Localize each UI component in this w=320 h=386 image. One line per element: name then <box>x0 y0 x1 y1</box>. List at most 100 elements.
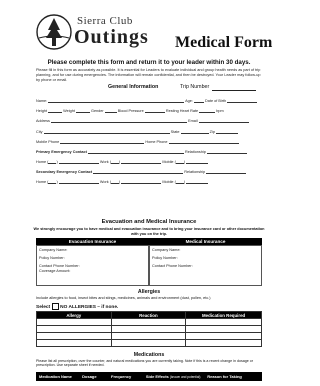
evac-company-label[interactable]: Company Name: <box>39 248 68 252</box>
insurance-heading: Evacuation and Medical Insurance <box>101 219 197 225</box>
med-contact-label[interactable]: Contact Phone Number: <box>152 264 193 268</box>
reaction-cell[interactable] <box>110 339 187 347</box>
address-label: Address <box>36 119 50 123</box>
phones-row: Mobile Phone Home Phone <box>36 139 239 144</box>
trip-number-field[interactable] <box>212 90 256 91</box>
address-field[interactable] <box>51 118 187 123</box>
reaction-cell[interactable] <box>110 318 187 326</box>
med-policy-label[interactable]: Policy Number: <box>152 256 178 260</box>
secondary-work-area[interactable] <box>110 179 119 184</box>
table-row <box>36 339 262 347</box>
primary-mobile-label: Mobile ( <box>162 160 176 164</box>
medications-heading: Medications <box>133 352 165 358</box>
no-allergies-checkbox[interactable] <box>52 303 60 310</box>
allergy-cell[interactable] <box>36 318 112 326</box>
medical-insurance-banner: Medical Insurance <box>149 238 262 245</box>
evacuation-insurance-box: Company Name: Policy Number: Contact Pho… <box>36 245 149 286</box>
reaction-cell[interactable] <box>110 332 187 340</box>
medication-required-cell[interactable] <box>185 325 262 333</box>
bpm-label: bpm <box>216 109 224 113</box>
reaction-cell[interactable] <box>110 325 187 333</box>
side-effects-sub: (known and potential) <box>169 375 201 379</box>
secondary-contact-field[interactable] <box>93 169 184 174</box>
secondary-relationship-field[interactable] <box>206 169 247 174</box>
city-row: City State Zip <box>36 129 239 134</box>
secondary-home-label: Home ( <box>36 180 49 184</box>
state-field[interactable] <box>180 129 209 134</box>
weight-field[interactable] <box>75 108 90 113</box>
side-effects-column-header: Side Effects (known and potential) <box>142 372 206 381</box>
primary-mobile-field[interactable] <box>186 159 209 164</box>
paren: ) <box>183 180 186 184</box>
secondary-work-label: Work ( <box>99 180 111 184</box>
secondary-contact-label: Secondary Emergency Contact <box>36 170 93 174</box>
medication-name-column-header: Medication Name <box>35 372 81 381</box>
primary-home-label: Home ( <box>36 160 49 164</box>
dob-field[interactable] <box>227 98 258 103</box>
med-company-label[interactable]: Company Name: <box>152 248 181 252</box>
paren: ) <box>56 180 58 184</box>
primary-mobile-area[interactable] <box>175 159 184 164</box>
state-label: State <box>170 130 180 134</box>
mobile-phone-label: Mobile Phone <box>36 140 60 144</box>
secondary-home-field[interactable] <box>58 179 99 184</box>
primary-work-field[interactable] <box>121 159 162 164</box>
secondary-mobile-field[interactable] <box>186 179 209 184</box>
height-field[interactable] <box>48 108 63 113</box>
primary-contact-row: Primary Emergency Contact Relationship <box>36 149 247 154</box>
medications-table: Medication Name Dosage Frequency Side Ef… <box>35 372 262 381</box>
paren: ) <box>118 160 121 164</box>
zip-field[interactable] <box>216 129 239 134</box>
allergy-cell[interactable] <box>36 332 112 340</box>
secondary-work-field[interactable] <box>121 179 162 184</box>
age-field[interactable] <box>193 98 204 103</box>
frequency-column-header: Frequency <box>108 372 144 381</box>
home-phone-label: Home Phone <box>145 140 168 144</box>
general-info-heading: General Information <box>108 84 159 90</box>
secondary-mobile-area[interactable] <box>175 179 184 184</box>
allergy-cell[interactable] <box>36 339 112 347</box>
allergies-heading: Allergies <box>137 289 161 295</box>
gender-field[interactable] <box>104 108 117 113</box>
primary-relationship-field[interactable] <box>206 149 247 154</box>
primary-work-area[interactable] <box>110 159 119 164</box>
allergies-instructions: Include allergies to food, insect bites … <box>36 296 211 300</box>
zip-label: Zip <box>209 130 215 134</box>
age-label: Age: <box>185 99 193 103</box>
secondary-phones-row: Home () Work () Mobile () <box>36 179 209 184</box>
primary-home-field[interactable] <box>58 159 99 164</box>
allergy-cell[interactable] <box>36 325 112 333</box>
paren: ) <box>118 180 121 184</box>
trip-number-label: Trip Number <box>180 84 210 90</box>
side-effects-label: Side Effects <box>145 374 169 379</box>
mobile-phone-field[interactable] <box>60 139 145 144</box>
primary-contact-field[interactable] <box>87 149 184 154</box>
evac-policy-label[interactable]: Policy Number: <box>39 256 65 260</box>
name-field[interactable] <box>48 98 185 103</box>
table-row <box>36 332 262 340</box>
medication-required-cell[interactable] <box>185 332 262 340</box>
allergy-column-header: Allergy <box>36 311 112 319</box>
evac-contact-label[interactable]: Contact Phone Number: <box>39 264 80 268</box>
city-field[interactable] <box>43 129 170 134</box>
name-row: Name: Age: Date of Birth <box>36 98 258 103</box>
medication-required-cell[interactable] <box>185 318 262 326</box>
brand-line-2: Outings <box>74 26 149 48</box>
no-allergies-label: NO ALLERGIES – if none. <box>60 304 119 310</box>
blood-pressure-field[interactable] <box>144 108 165 113</box>
evac-coverage-label[interactable]: Coverage Amount: <box>39 269 70 273</box>
blood-pressure-label: Blood Pressure <box>117 109 144 113</box>
city-label: City <box>36 130 43 134</box>
primary-phones-row: Home () Work () Mobile () <box>36 159 209 164</box>
home-phone-field[interactable] <box>168 139 239 144</box>
reaction-column-header: Reaction <box>110 311 187 319</box>
primary-relationship-label: Relationship <box>184 150 206 154</box>
evacuation-insurance-banner: Evacuation Insurance <box>36 238 149 245</box>
vitals-row: Height Weight Gender Blood Pressure Rest… <box>36 108 224 113</box>
secondary-contact-row: Secondary Emergency Contact Relationship <box>36 169 247 174</box>
medication-required-cell[interactable] <box>185 339 262 347</box>
medical-form-page: { "brand": { "line1": "Sierra Club", "li… <box>0 0 298 386</box>
secondary-mobile-label: Mobile ( <box>162 180 176 184</box>
email-field[interactable] <box>198 118 249 123</box>
resting-hr-field[interactable] <box>199 108 216 113</box>
